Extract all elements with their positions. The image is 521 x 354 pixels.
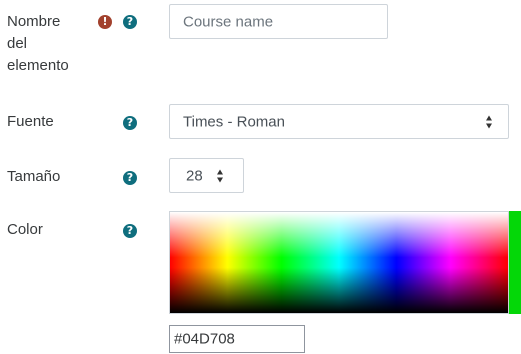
element-name-label-line-1: Nombre <box>7 13 61 30</box>
help-question-icon[interactable]: ? <box>123 171 137 185</box>
element-name-input[interactable]: Course name <box>169 4 388 39</box>
color-picker-gradient[interactable] <box>169 211 509 314</box>
font-select-value: Times - Roman <box>183 113 285 130</box>
element-name-label-line-2: del <box>7 35 28 52</box>
element-name-label-line-3: elemento <box>7 57 69 74</box>
size-select-value: 28 <box>186 167 203 184</box>
size-label: Tamaño <box>7 168 61 185</box>
color-label: Color <box>7 221 43 238</box>
color-hex-value: #04D708 <box>174 330 235 348</box>
required-exclamation-icon[interactable]: ! <box>98 15 112 29</box>
select-arrows-icon <box>217 169 224 182</box>
color-hex-input[interactable]: #04D708 <box>169 325 305 353</box>
brightness-overlay <box>170 212 508 313</box>
help-question-icon[interactable]: ? <box>123 116 137 130</box>
size-select[interactable]: 28 <box>169 158 244 193</box>
selected-color-swatch <box>509 211 521 314</box>
select-arrows-icon <box>486 115 493 128</box>
font-label: Fuente <box>7 113 54 130</box>
help-question-icon[interactable]: ? <box>123 224 137 238</box>
element-name-placeholder: Course name <box>183 13 274 30</box>
font-select[interactable]: Times - Roman <box>169 104 509 139</box>
help-question-icon[interactable]: ? <box>123 15 137 29</box>
